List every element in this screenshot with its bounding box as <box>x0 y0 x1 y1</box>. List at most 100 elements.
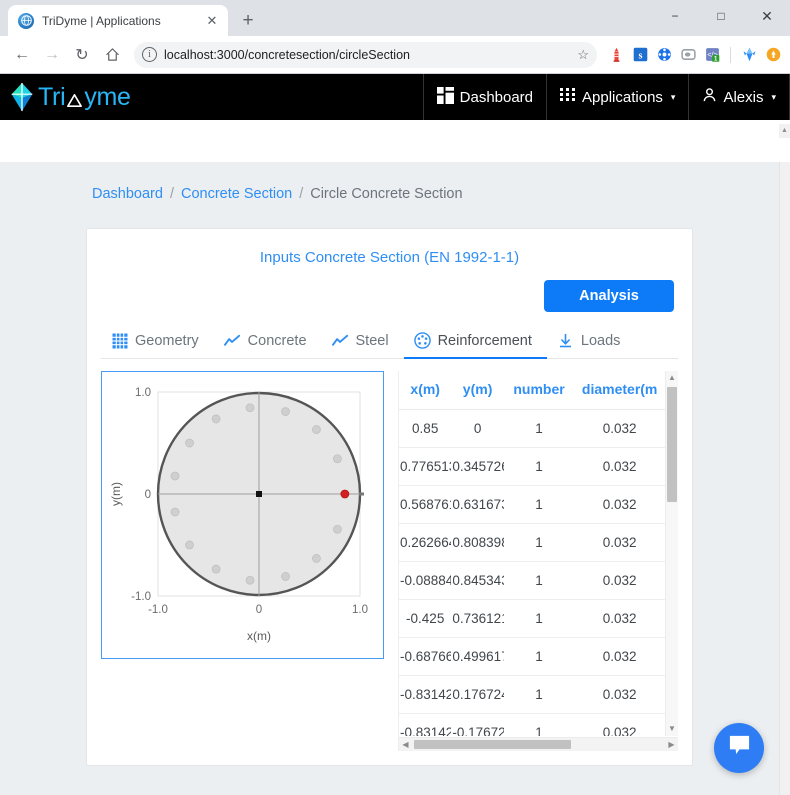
navbar-item-dashboard[interactable]: Dashboard <box>422 74 546 120</box>
scroll-right-icon[interactable]: ▶ <box>665 740 678 749</box>
table-cell-number: 1 <box>503 599 575 638</box>
chart-point-rebars[interactable] <box>185 540 194 550</box>
tab-reinforcement[interactable]: Reinforcement <box>403 326 548 359</box>
chevron-down-icon-user: ▾ <box>771 91 776 102</box>
chart-point-rebars[interactable] <box>170 507 180 517</box>
table-row[interactable]: -0.8314200.17672410.032 <box>399 675 665 714</box>
table-row[interactable]: 0.568761 0.631673 1 0.032 <box>399 485 665 524</box>
table-cell-x: 0.568761 <box>399 485 452 524</box>
table-cell-x: -0.088849 <box>399 561 452 600</box>
table-row[interactable]: -0.425 0.736121 1 0.032 <box>399 599 665 638</box>
section-tabs: Geometry Concrete Steel Reinforcement Lo… <box>101 326 678 359</box>
chart-edge-tick <box>359 492 364 496</box>
apps-grid-icon <box>560 87 576 107</box>
maximize-icon[interactable]: □ <box>698 0 744 32</box>
home-icon[interactable] <box>98 41 126 69</box>
breadcrumb-item-current: Circle Concrete Section <box>310 186 463 202</box>
table-row[interactable]: 0.85 0 1 0.032 <box>399 409 665 448</box>
chart-xtick-label: 0 <box>256 604 262 616</box>
brand-wordmark: Tri yme <box>38 83 131 112</box>
table-row[interactable]: -0.0888490.84534310.032 <box>399 561 665 600</box>
navbar-item-user[interactable]: Alexis ▾ <box>688 74 790 120</box>
site-info-icon[interactable]: i <box>142 47 157 62</box>
code-extension-icon[interactable]: </> 1 <box>703 46 721 64</box>
tab-steel[interactable]: Steel <box>322 326 404 358</box>
scroll-down-icon[interactable]: ▼ <box>668 722 676 736</box>
reload-icon[interactable]: ↻ <box>68 41 96 69</box>
chart-point-rebars[interactable] <box>211 414 221 424</box>
chart-point-rebars[interactable] <box>281 572 290 581</box>
chart-point-rebars[interactable] <box>245 403 255 413</box>
vscroll-thumb[interactable] <box>667 387 677 502</box>
tab-label-reinforcement: Reinforcement <box>437 332 532 349</box>
bug-extension-icon[interactable] <box>655 46 673 64</box>
scroll-left-icon[interactable]: ◀ <box>399 740 412 749</box>
table-row[interactable]: -0.831420-0.17672410.032 <box>399 713 665 736</box>
window-close-icon[interactable]: ✕ <box>744 0 790 32</box>
analysis-button[interactable]: Analysis <box>544 280 674 312</box>
address-bar[interactable]: i localhost:3000/concretesection/circleS… <box>134 41 597 68</box>
profile-avatar-icon[interactable] <box>764 46 782 64</box>
navbar-item-applications[interactable]: Applications ▾ <box>546 74 688 120</box>
chart-point-selected-rebar[interactable] <box>340 489 350 499</box>
chart-xlabel: x(m) <box>247 629 271 643</box>
rebar-table-panel: x(m) y(m) number diameter(m 0.85 0 1 0.032 0… <box>398 371 678 751</box>
tab-geometry[interactable]: Geometry <box>101 326 214 358</box>
tridyme-logo-icon <box>8 82 36 112</box>
table-cell-y: 0.499617 <box>451 637 504 676</box>
back-icon[interactable]: ← <box>8 41 36 69</box>
chart-point-rebars[interactable] <box>185 438 194 448</box>
table-cell-y: 0.345726 <box>451 447 504 486</box>
tab-loads[interactable]: Loads <box>547 326 636 358</box>
table-horizontal-scrollbar[interactable]: ◀ ▶ <box>399 737 678 751</box>
toolbar-divider <box>730 46 731 63</box>
brand-logo[interactable]: Tri yme <box>0 74 131 120</box>
chart-point-rebars[interactable] <box>312 425 321 434</box>
minimize-icon[interactable]: − <box>652 0 698 32</box>
hscroll-thumb[interactable] <box>414 740 571 749</box>
chart-point-rebars[interactable] <box>245 575 255 585</box>
hscroll-track[interactable] <box>412 738 665 751</box>
table-row[interactable]: 0.776513 0.345726 1 0.032 <box>399 447 665 486</box>
forward-icon[interactable]: → <box>38 41 66 69</box>
chart-xtick-label: -1.0 <box>148 604 168 616</box>
chat-bubble-button[interactable] <box>714 723 764 773</box>
bookmark-star-icon[interactable]: ☆ <box>577 47 589 63</box>
tab-concrete[interactable]: Concrete <box>214 326 322 358</box>
vscroll-track[interactable] <box>666 385 678 722</box>
page-scroll-up-arrow[interactable]: ▲ <box>779 124 790 138</box>
column-header-number[interactable]: number <box>503 371 575 410</box>
lighthouse-extension-icon[interactable] <box>607 46 625 64</box>
scroll-up-icon[interactable]: ▲ <box>668 371 676 385</box>
close-icon[interactable]: ✕ <box>204 13 220 29</box>
breadcrumb-item-concrete-section[interactable]: Concrete Section <box>181 186 292 202</box>
chart-point-rebars[interactable] <box>170 471 180 481</box>
breadcrumb-item-dashboard[interactable]: Dashboard <box>92 186 163 202</box>
chart-point-rebars[interactable] <box>281 407 290 416</box>
table-cell-number: 1 <box>503 485 575 524</box>
section-chart-panel[interactable]: -1.0 0 1.0 1.0 0 -1.0 x(m) y(m) <box>101 371 384 659</box>
table-row[interactable]: -0.6876600.49961710.032 <box>399 637 665 676</box>
s-extension-icon[interactable]: s <box>631 46 649 64</box>
capture-extension-icon[interactable] <box>679 46 697 64</box>
page-title: Inputs Concrete Section (EN 1992-1-1) <box>259 249 520 266</box>
inputs-card: Inputs Concrete Section (EN 1992-1-1) An… <box>86 228 693 766</box>
chart-point-rebars[interactable] <box>312 554 321 563</box>
table-vertical-scrollbar[interactable]: ▲ ▼ <box>665 371 678 736</box>
table-cell-y: 0 <box>451 409 504 448</box>
metamask-extension-icon[interactable] <box>740 46 758 64</box>
chart-point-section-center[interactable] <box>256 491 262 497</box>
browser-tab[interactable]: TriDyme | Applications ✕ <box>8 5 228 36</box>
chart-point-rebars[interactable] <box>333 524 342 534</box>
table-cell-number: 1 <box>503 637 575 676</box>
new-tab-button[interactable]: + <box>234 6 262 34</box>
column-header-x[interactable]: x(m) <box>399 371 452 410</box>
chart-point-rebars[interactable] <box>211 564 221 574</box>
chart-point-rebars[interactable] <box>333 454 342 464</box>
chart-ylabel: y(m) <box>109 482 123 506</box>
column-header-y[interactable]: y(m) <box>451 371 504 410</box>
table-row[interactable]: 0.262664 0.808398 1 0.032 <box>399 523 665 562</box>
table-cell-number: 1 <box>503 561 575 600</box>
page-scrollbar[interactable] <box>779 162 790 795</box>
column-header-diameter[interactable]: diameter(m <box>574 371 665 410</box>
